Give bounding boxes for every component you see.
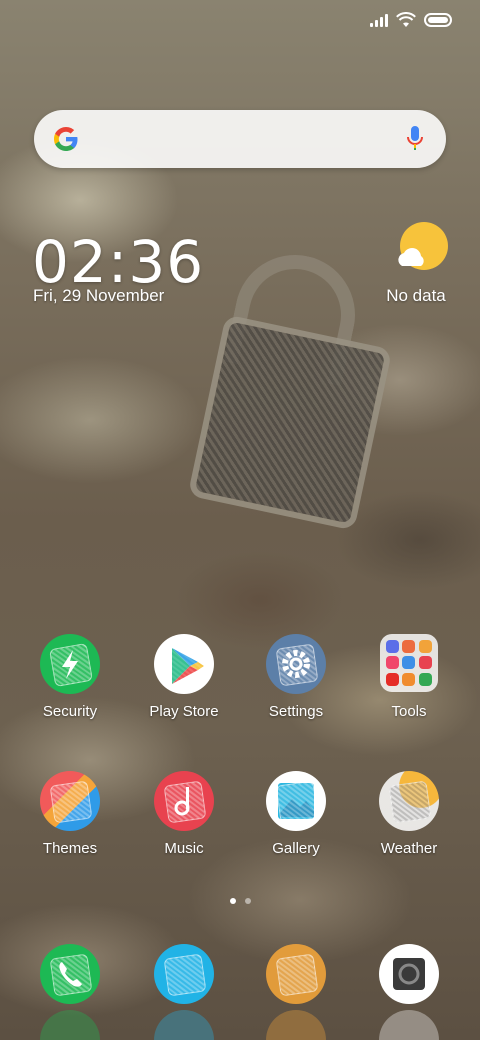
- sun-cloud-icon[interactable]: [394, 222, 450, 274]
- folder-tools[interactable]: Tools: [359, 634, 459, 720]
- app-gallery[interactable]: Gallery: [246, 771, 346, 857]
- microphone-icon[interactable]: [406, 124, 424, 152]
- app-themes[interactable]: Themes: [20, 771, 120, 857]
- app-label: Gallery: [272, 840, 320, 857]
- signal-bars-icon: [370, 13, 388, 27]
- google-g-icon: [54, 127, 78, 151]
- app-weather[interactable]: Weather: [359, 771, 459, 857]
- app-label: Music: [164, 840, 204, 857]
- browser-icon: [266, 944, 326, 1004]
- app-label: Tools: [391, 703, 427, 720]
- app-music[interactable]: Music: [134, 771, 234, 857]
- camera-icon: [379, 944, 439, 1004]
- app-label: Themes: [42, 840, 98, 857]
- google-search-bar[interactable]: [34, 110, 446, 168]
- dock-messages[interactable]: [134, 944, 234, 1004]
- weather-app-icon: [379, 771, 439, 831]
- wallpaper-padlock: [187, 314, 393, 531]
- dock-phone[interactable]: [20, 944, 120, 1004]
- app-settings[interactable]: Settings: [246, 634, 346, 720]
- page-indicator: [0, 898, 480, 904]
- wifi-icon: [396, 12, 416, 27]
- dock-browser[interactable]: [246, 944, 346, 1004]
- gallery-icon: [266, 771, 326, 831]
- security-lightning-icon: [40, 634, 100, 694]
- page-dot: [244, 898, 251, 904]
- dock-reflection: [154, 1010, 214, 1040]
- play-store-icon: [154, 634, 214, 694]
- dock-camera[interactable]: [359, 944, 459, 1004]
- dock-reflection: [379, 1010, 439, 1040]
- page-dot-active: [229, 898, 236, 904]
- clock-date[interactable]: Fri, 29 November: [33, 286, 164, 306]
- app-play-store[interactable]: Play Store: [134, 634, 234, 720]
- app-label: Play Store: [149, 703, 219, 720]
- app-label: Security: [42, 703, 98, 720]
- tools-folder-icon: [380, 634, 438, 692]
- app-label: Settings: [268, 703, 324, 720]
- messages-icon: [154, 944, 214, 1004]
- settings-gear-icon: [266, 634, 326, 694]
- app-security[interactable]: Security: [20, 634, 120, 720]
- themes-icon: [40, 771, 100, 831]
- status-bar: [0, 0, 480, 44]
- app-label: Weather: [380, 840, 438, 857]
- dock-reflection: [40, 1010, 100, 1040]
- battery-full-icon: [424, 13, 452, 27]
- phone-icon: [40, 944, 100, 1004]
- music-note-icon: [154, 771, 214, 831]
- weather-status[interactable]: No data: [374, 286, 458, 306]
- dock-reflection: [266, 1010, 326, 1040]
